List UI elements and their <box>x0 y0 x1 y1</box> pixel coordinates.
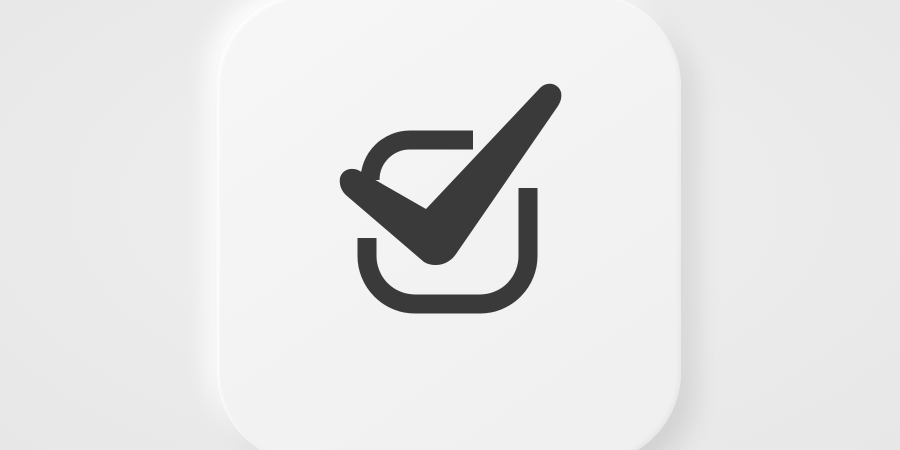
app-icon-tile[interactable] <box>217 0 681 450</box>
canvas <box>0 0 900 450</box>
